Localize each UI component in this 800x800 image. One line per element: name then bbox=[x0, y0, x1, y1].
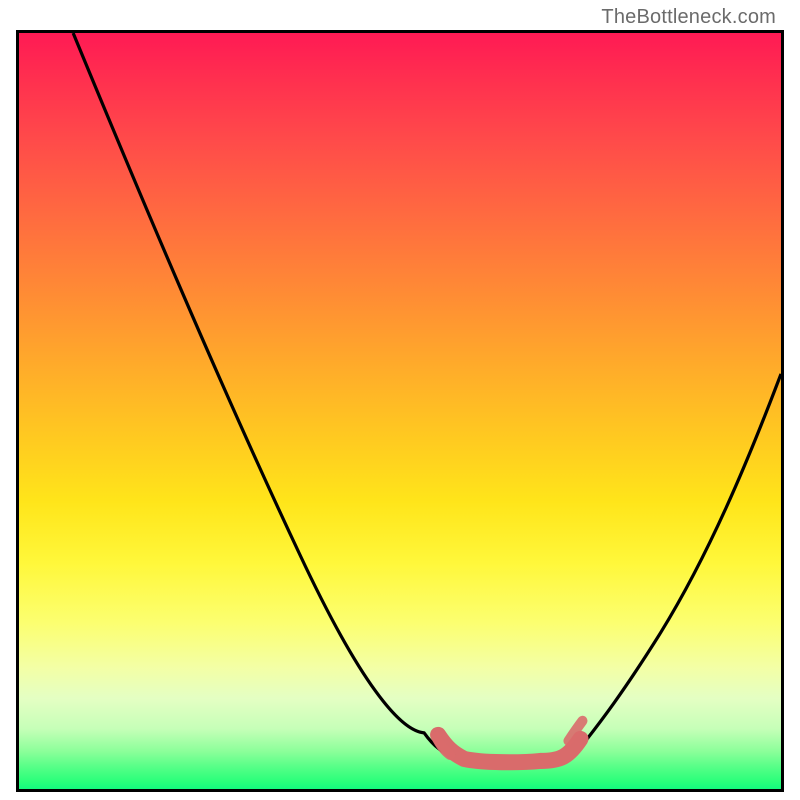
optimal-band-marker bbox=[438, 735, 580, 762]
bottleneck-curve-line bbox=[73, 33, 781, 763]
watermark-text: TheBottleneck.com bbox=[601, 6, 776, 29]
chart-svg bbox=[19, 33, 781, 789]
plot-frame bbox=[16, 30, 784, 792]
chart-container: TheBottleneck.com bbox=[0, 0, 800, 800]
